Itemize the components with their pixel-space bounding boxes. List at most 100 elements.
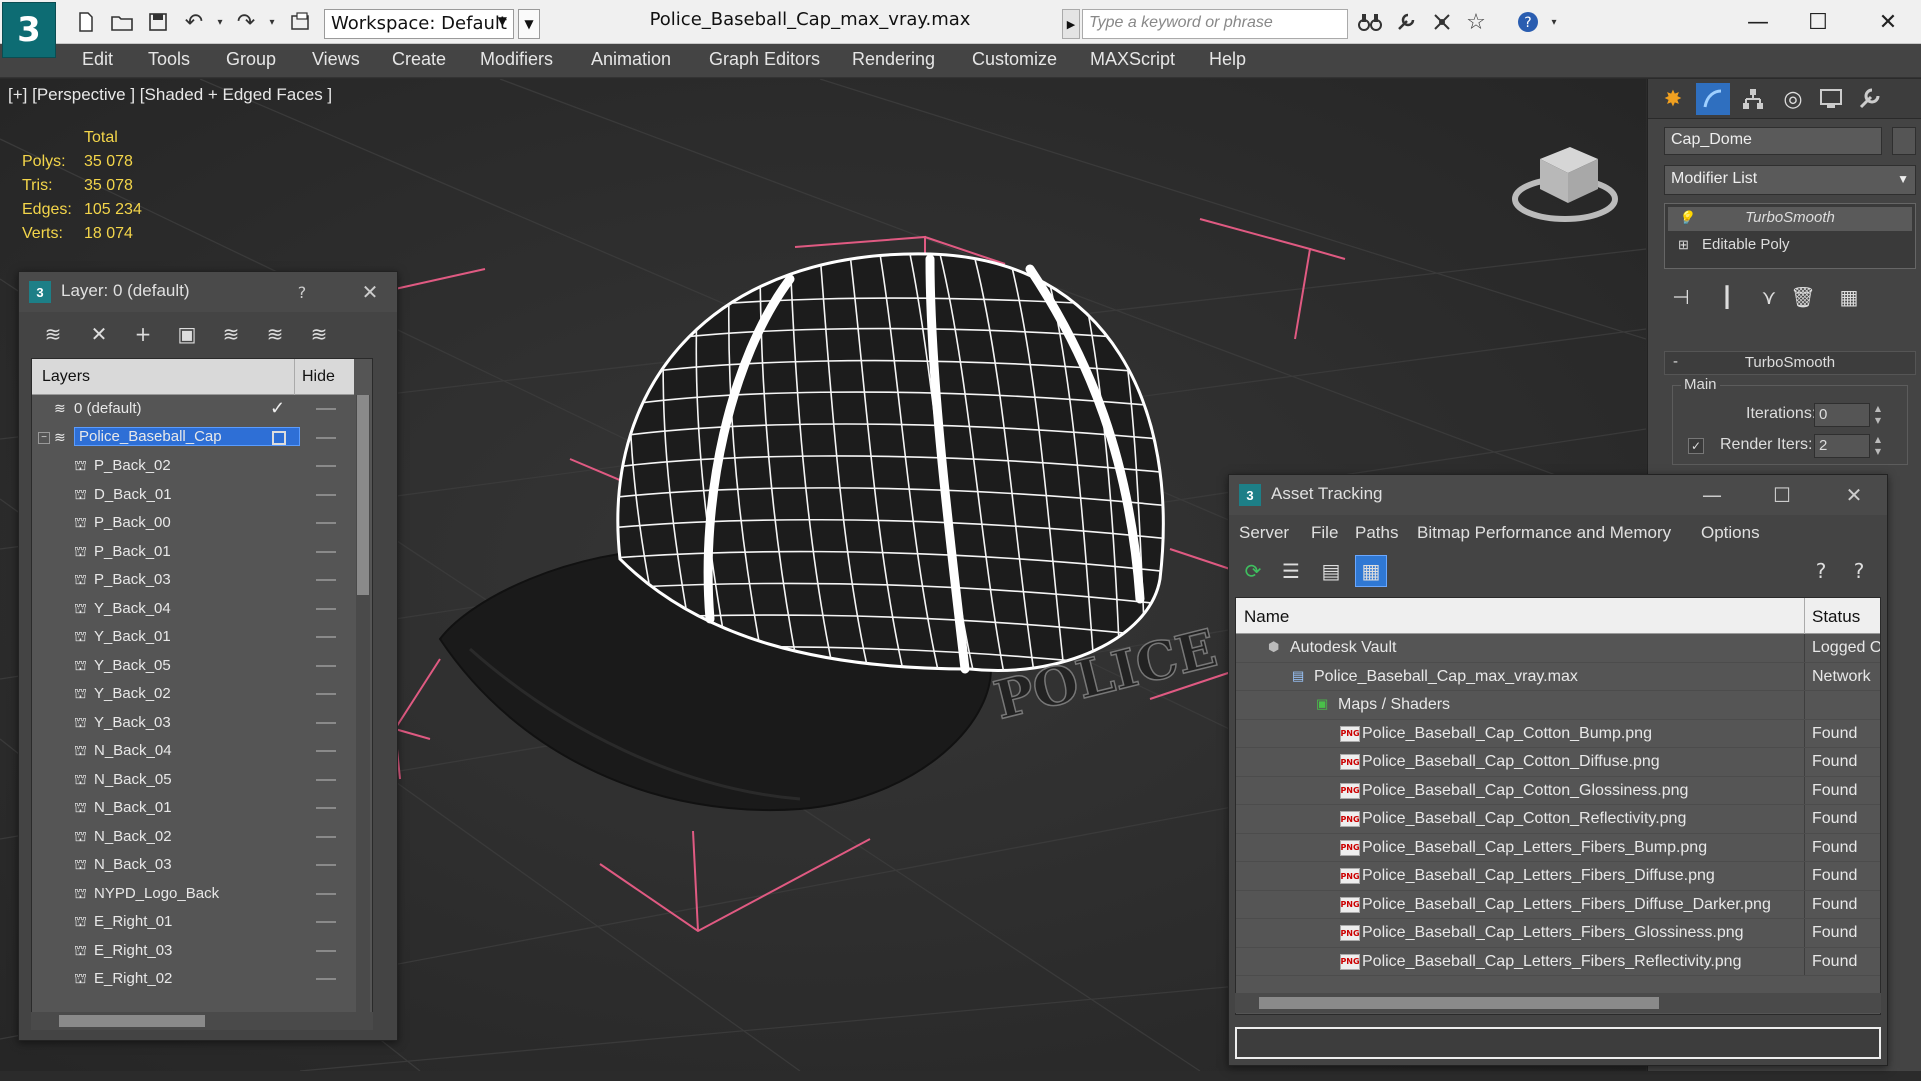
redo-dropdown-icon[interactable]: ▾ xyxy=(258,8,286,36)
close-icon[interactable]: ✕ xyxy=(1839,481,1869,509)
search-expand-icon[interactable]: ▶ xyxy=(1062,9,1080,39)
star-icon[interactable]: ☆ xyxy=(1462,8,1490,36)
maximize-icon[interactable]: ☐ xyxy=(1767,481,1797,509)
hide-toggle[interactable] xyxy=(316,921,336,923)
hide-toggle[interactable] xyxy=(316,807,336,809)
layer-object-row[interactable]: ⛫ Y_Back_02 xyxy=(32,680,354,709)
hide-toggle[interactable] xyxy=(316,550,336,553)
maximize-icon[interactable]: ☐ xyxy=(1790,4,1846,40)
layer-horizontal-scrollbar[interactable] xyxy=(31,1012,373,1030)
layer-object-row[interactable]: ⛫ P_Back_00 xyxy=(32,509,354,538)
menu-animation[interactable]: Animation xyxy=(591,49,671,70)
column-status[interactable]: Status xyxy=(1812,607,1860,627)
refresh-icon[interactable]: ⟳ xyxy=(1237,555,1269,587)
hide-toggle[interactable] xyxy=(316,607,336,610)
close-icon[interactable]: ✕ xyxy=(1860,4,1916,40)
layer-object-row[interactable]: ⛫ Y_Back_03 xyxy=(32,709,354,738)
whats-this-icon[interactable]: ? xyxy=(1843,555,1875,587)
layer-window-titlebar[interactable]: 3 Layer: 0 (default) xyxy=(19,272,397,312)
asset-row[interactable]: PNG Police_Baseball_Cap_Cotton_Bump.png Fo… xyxy=(1236,719,1880,748)
menu-create[interactable]: Create xyxy=(392,49,446,70)
undo-dropdown-icon[interactable]: ▾ xyxy=(206,8,234,36)
hide-toggle[interactable] xyxy=(316,750,336,752)
hide-toggle[interactable] xyxy=(316,465,336,467)
render-iters-input[interactable]: 2 xyxy=(1814,434,1870,458)
asset-menu-file[interactable]: File xyxy=(1311,523,1338,543)
hide-toggle[interactable] xyxy=(316,408,336,410)
thumbnail-view-icon[interactable]: ▤ xyxy=(1315,555,1347,587)
asset-row[interactable]: PNG Police_Baseball_Cap_Letters_Fibers_Di… xyxy=(1236,890,1880,919)
menu-help[interactable]: Help xyxy=(1209,49,1246,70)
menu-modifiers[interactable]: Modifiers xyxy=(480,49,553,70)
layer-object-row[interactable]: ⛫ E_Right_03 xyxy=(32,937,354,966)
expand-plus-icon[interactable]: ⊞ xyxy=(1678,237,1689,253)
save-file-icon[interactable] xyxy=(144,8,172,36)
help-dropdown-icon[interactable]: ▾ xyxy=(1540,8,1568,36)
layer-object-row[interactable]: ⛫ N_Back_05 xyxy=(32,766,354,795)
viewcube-icon[interactable] xyxy=(1510,129,1620,233)
layer-object-row[interactable]: ⛫ N_Back_02 xyxy=(32,823,354,852)
search-input[interactable]: Type a keyword or phrase xyxy=(1082,9,1348,39)
display-tab-icon[interactable] xyxy=(1814,83,1848,115)
layer-object-row[interactable]: ⛫ P_Back_03 xyxy=(32,566,354,595)
help-icon[interactable]: ? xyxy=(1514,8,1542,36)
modify-tab-icon[interactable] xyxy=(1696,83,1730,115)
asset-row[interactable]: PNG Police_Baseball_Cap_Letters_Fibers_Di… xyxy=(1236,862,1880,891)
modifier-list-dropdown[interactable]: Modifier List ▼ xyxy=(1664,165,1916,195)
layer-object-row[interactable]: ⛫ P_Back_01 xyxy=(32,538,354,567)
layer-object-row[interactable]: ⛫ N_Back_03 xyxy=(32,851,354,880)
spinner-arrows-icon[interactable]: ▲ ▼ xyxy=(1872,434,1884,458)
hide-toggle[interactable] xyxy=(316,892,336,895)
utilities-tab-icon[interactable] xyxy=(1852,83,1886,115)
asset-row[interactable]: PNG Police_Baseball_Cap_Cotton_Diffuse.pn… xyxy=(1236,748,1880,777)
asset-row[interactable]: ⬢ Autodesk Vault Logged Out xyxy=(1236,634,1880,663)
current-layer-check-icon[interactable]: ✓ xyxy=(270,398,285,419)
asset-row[interactable]: PNG Police_Baseball_Cap_Cotton_Glossiness… xyxy=(1236,776,1880,805)
object-name-field[interactable]: Cap_Dome xyxy=(1664,127,1882,155)
stack-item-turbosmooth[interactable]: 💡 TurboSmooth xyxy=(1668,207,1912,231)
asset-menu-paths[interactable]: Paths xyxy=(1355,523,1398,543)
asset-row[interactable]: PNG Police_Baseball_Cap_Letters_Fibers_Bu… xyxy=(1236,833,1880,862)
column-layers[interactable]: Layers xyxy=(42,368,90,386)
new-file-icon[interactable] xyxy=(72,8,100,36)
asset-row[interactable]: PNG Police_Baseball_Cap_Cotton_Reflectivi… xyxy=(1236,805,1880,834)
object-color-swatch[interactable] xyxy=(1892,127,1916,155)
asset-horizontal-scrollbar[interactable] xyxy=(1235,993,1881,1013)
hide-toggle[interactable] xyxy=(316,493,336,496)
viewport-label[interactable]: [+] [Perspective ] [Shaded + Edged Faces… xyxy=(8,85,332,105)
workspace-menu-button[interactable]: ▼ xyxy=(518,9,540,39)
menu-group[interactable]: Group xyxy=(226,49,276,70)
layer-row[interactable]: ≋ 0 (default) ✓ xyxy=(32,395,354,424)
select-objects-icon[interactable]: ▣ xyxy=(171,318,203,350)
menu-edit[interactable]: Edit xyxy=(82,49,113,70)
hide-unhide-all-icon[interactable]: ≋ xyxy=(259,318,291,350)
layer-object-row[interactable]: ⛫ N_Back_01 xyxy=(32,794,354,823)
asset-menu-options[interactable]: Options xyxy=(1701,523,1760,543)
close-icon[interactable]: ✕ xyxy=(355,278,385,306)
hide-toggle[interactable] xyxy=(316,835,336,838)
binoculars-icon[interactable] xyxy=(1356,8,1384,36)
delete-layer-icon[interactable]: ✕ xyxy=(83,318,115,350)
hide-toggle[interactable] xyxy=(316,693,336,695)
collapse-minus-icon[interactable]: − xyxy=(38,431,50,444)
layer-object-row[interactable]: ⛫ Y_Back_01 xyxy=(32,623,354,652)
lightbulb-icon[interactable]: 💡 xyxy=(1678,210,1694,226)
stack-item-editable-poly[interactable]: ⊞ Editable Poly xyxy=(1668,234,1912,258)
open-file-icon[interactable] xyxy=(108,8,136,36)
layer-object-row[interactable]: ⛫ E_Right_02 xyxy=(32,965,354,994)
hierarchy-tab-icon[interactable] xyxy=(1736,83,1770,115)
redo-icon[interactable]: ↷ xyxy=(232,8,260,36)
minimize-icon[interactable]: — xyxy=(1697,481,1727,509)
wrench-icon[interactable] xyxy=(1392,8,1420,36)
scroll-thumb[interactable] xyxy=(357,395,369,595)
layer-object-row[interactable]: ⛫ Y_Back_04 xyxy=(32,595,354,624)
asset-row[interactable]: PNG Police_Baseball_Cap_Letters_Fibers_Gl… xyxy=(1236,919,1880,948)
asset-menu-bitmap-performance[interactable]: Bitmap Performance and Memory xyxy=(1417,523,1671,543)
add-to-layer-icon[interactable]: + xyxy=(127,318,159,350)
project-folder-icon[interactable] xyxy=(286,8,314,36)
menu-tools[interactable]: Tools xyxy=(148,49,190,70)
hide-toggle[interactable] xyxy=(316,864,336,866)
layer-object-row[interactable]: ⛫ NYPD_Logo_Back xyxy=(32,880,354,909)
column-name[interactable]: Name xyxy=(1244,607,1289,627)
connect-icon[interactable] xyxy=(1428,8,1456,36)
